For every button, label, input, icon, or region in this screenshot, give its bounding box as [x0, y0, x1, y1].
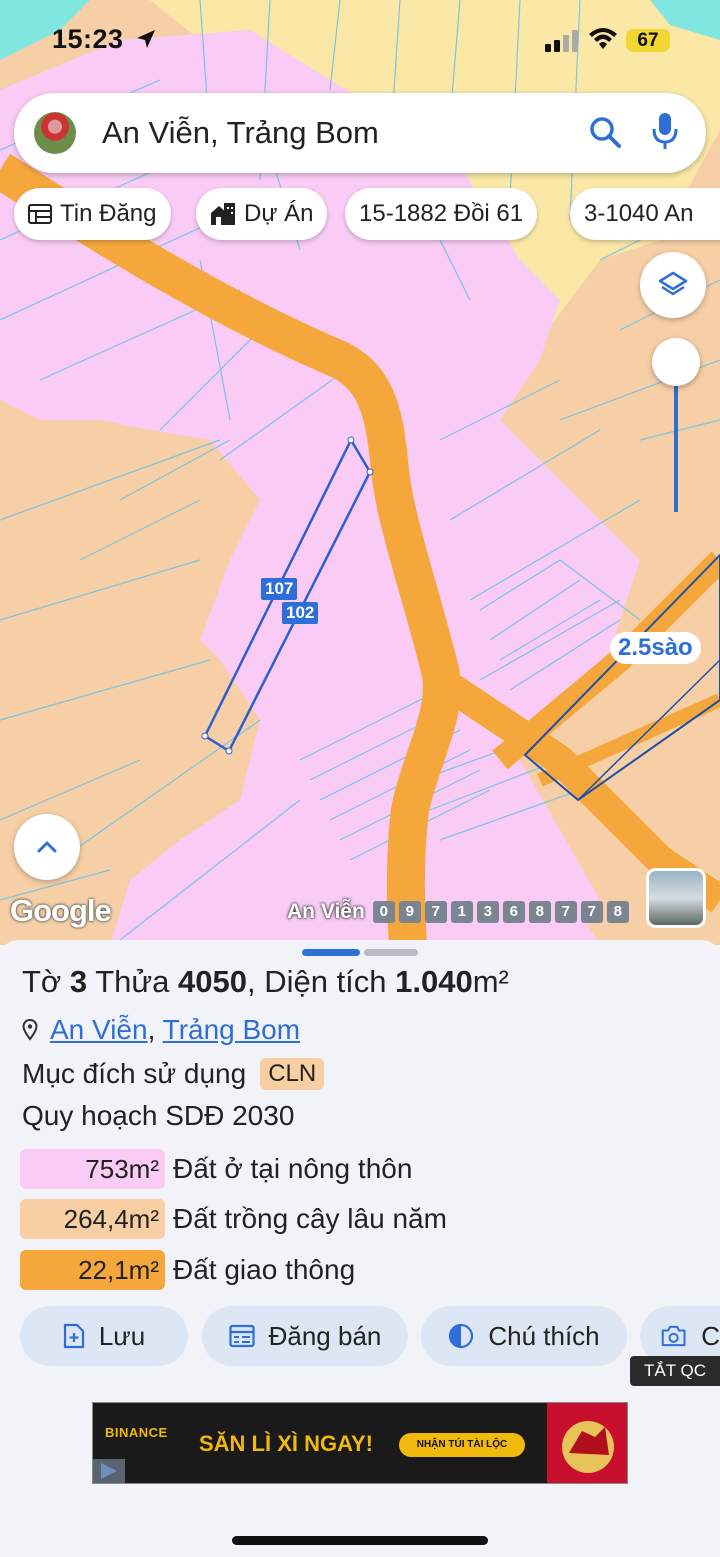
status-time: 15:23	[52, 24, 124, 54]
battery-indicator: 67	[626, 29, 670, 52]
chevron-up-icon	[37, 841, 57, 853]
ad-banner[interactable]: BINANCE SĂN LÌ XÌ NGAY! NHẬN TÚI TÀI LỘC	[92, 1402, 628, 1484]
google-logo: Google	[10, 893, 112, 928]
ad-headline: SĂN LÌ XÌ NGAY!	[199, 1431, 373, 1456]
project-building-icon	[211, 203, 235, 225]
land-use-row: 264,4m² Đất trồng cây lâu năm	[20, 1199, 447, 1239]
plan-heading: Quy hoạch SDĐ 2030	[22, 1100, 295, 1131]
avatar[interactable]	[34, 112, 76, 154]
chip-label: 15-1882 Đồi 61	[359, 200, 524, 227]
home-indicator[interactable]	[232, 1536, 488, 1545]
ad-cta-button[interactable]: NHẬN TÚI TÀI LỘC	[399, 1433, 525, 1457]
search-input[interactable]: An Viễn, Trảng Bom	[102, 115, 379, 151]
turn-off-ads-button[interactable]: TẮT QC	[630, 1356, 720, 1386]
microphone-icon[interactable]	[652, 113, 678, 156]
place-digit: 7	[554, 901, 577, 923]
opacity-slider-knob[interactable]	[652, 338, 700, 386]
page-indicator-inactive[interactable]	[364, 949, 418, 956]
location-separator: ,	[147, 1014, 156, 1045]
chip-listings[interactable]: Tin Đăng	[14, 188, 171, 240]
legend-button[interactable]: Chú thích	[421, 1306, 627, 1366]
place-code-strip: An Viễn 0 9 7 1 3 6 8 7 7 8	[287, 900, 629, 924]
area-unit: m²	[472, 964, 509, 999]
listing-icon	[28, 204, 52, 224]
ad-play-icon	[93, 1459, 125, 1483]
parcel-word: Thửa	[95, 964, 170, 999]
search-bar[interactable]: An Viễn, Trảng Bom	[14, 93, 706, 173]
post-for-sale-label: Đăng bán	[268, 1320, 382, 1351]
layers-button[interactable]	[640, 252, 706, 318]
map-view[interactable]: 15:23 67 An Viễn, Trảng Bom Tin Đăng Dự …	[0, 0, 720, 945]
chip-saved-parcel-2[interactable]: 3-1040 An	[570, 188, 720, 240]
title-prefix: Tờ	[22, 964, 62, 999]
calendar-list-icon	[229, 1324, 255, 1348]
camera-add-icon	[661, 1325, 686, 1347]
district-link[interactable]: Trảng Bom	[163, 1014, 300, 1045]
add-document-icon	[63, 1323, 84, 1349]
cellular-signal-icon	[545, 30, 579, 57]
save-label: Lưu	[98, 1320, 146, 1351]
land-use-area: 264,4m²	[20, 1199, 165, 1239]
layers-icon	[658, 271, 688, 296]
action-buttons: Lưu Đăng bán Chú thích C	[20, 1306, 720, 1366]
search-icon[interactable]	[588, 115, 622, 154]
land-use-label: Đất ở tại nông thôn	[173, 1153, 413, 1184]
street-view-thumbnail[interactable]	[646, 868, 706, 928]
chip-label: Tin Đăng	[60, 200, 157, 227]
usage-code-badge: CLN	[260, 1058, 325, 1090]
half-circle-icon	[449, 1323, 474, 1349]
usage-label: Mục đích sử dụng	[22, 1058, 247, 1089]
area-label: , Diện tích	[246, 964, 387, 999]
save-button[interactable]: Lưu	[20, 1306, 188, 1366]
land-use-label: Đất trồng cây lâu năm	[173, 1203, 447, 1234]
parcel-title: Tờ 3 Thửa 4050, Diện tích 1.040m²	[22, 964, 509, 1000]
place-digit: 8	[606, 901, 629, 923]
land-use-row: 753m² Đất ở tại nông thôn	[20, 1149, 412, 1189]
chip-projects[interactable]: Dự Án	[196, 188, 328, 240]
place-digit: 8	[528, 901, 551, 923]
capture-label: C	[701, 1320, 720, 1351]
location-arrow-icon	[135, 28, 157, 55]
legend-label: Chú thích	[488, 1320, 600, 1351]
land-usage-row: Mục đích sử dụng CLN	[22, 1058, 325, 1090]
place-digit: 9	[398, 901, 421, 923]
place-digit: 6	[502, 901, 525, 923]
location-pin-icon	[22, 1019, 38, 1041]
chip-saved-parcel-1[interactable]: 15-1882 Đồi 61	[345, 188, 538, 240]
land-use-label: Đất giao thông	[173, 1254, 356, 1285]
land-use-row: 22,1m² Đất giao thông	[20, 1250, 355, 1290]
parcel-number: 4050	[178, 964, 247, 999]
place-digit: 0	[372, 901, 395, 923]
parcel-info-sheet: Tờ 3 Thửa 4050, Diện tích 1.040m² An Viễ…	[0, 940, 720, 1557]
wifi-icon	[588, 27, 618, 56]
place-digit: 7	[424, 901, 447, 923]
area-value: 1.040	[395, 964, 473, 999]
place-name: An Viễn	[287, 900, 365, 923]
place-digit: 1	[450, 901, 473, 923]
parcel-number-label[interactable]: 102	[282, 602, 319, 624]
filter-chips: Tin Đăng Dự Án 15-1882 Đồi 61 3-1040 An	[14, 188, 720, 242]
chip-label: Dự Án	[244, 200, 314, 227]
ad-brand: BINANCE	[105, 1425, 168, 1440]
page-indicator-active[interactable]	[302, 949, 360, 956]
expand-up-button[interactable]	[14, 814, 80, 880]
post-for-sale-button[interactable]: Đăng bán	[202, 1306, 408, 1366]
sheet-number: 3	[69, 964, 88, 999]
area-badge[interactable]: 2.5sào	[610, 632, 701, 664]
ad-image	[547, 1403, 627, 1483]
chip-label: 3-1040 An	[584, 200, 694, 227]
sheet-drag-handle[interactable]	[302, 949, 418, 956]
commune-link[interactable]: An Viễn	[50, 1014, 148, 1045]
land-use-area: 753m²	[20, 1149, 165, 1189]
place-digit: 3	[476, 901, 499, 923]
parcel-number-label[interactable]: 107	[261, 578, 298, 600]
place-digit: 7	[580, 901, 603, 923]
land-use-area: 22,1m²	[20, 1250, 165, 1290]
status-bar: 15:23 67	[0, 0, 720, 80]
parcel-location: An Viễn, Trảng Bom	[22, 1014, 300, 1046]
